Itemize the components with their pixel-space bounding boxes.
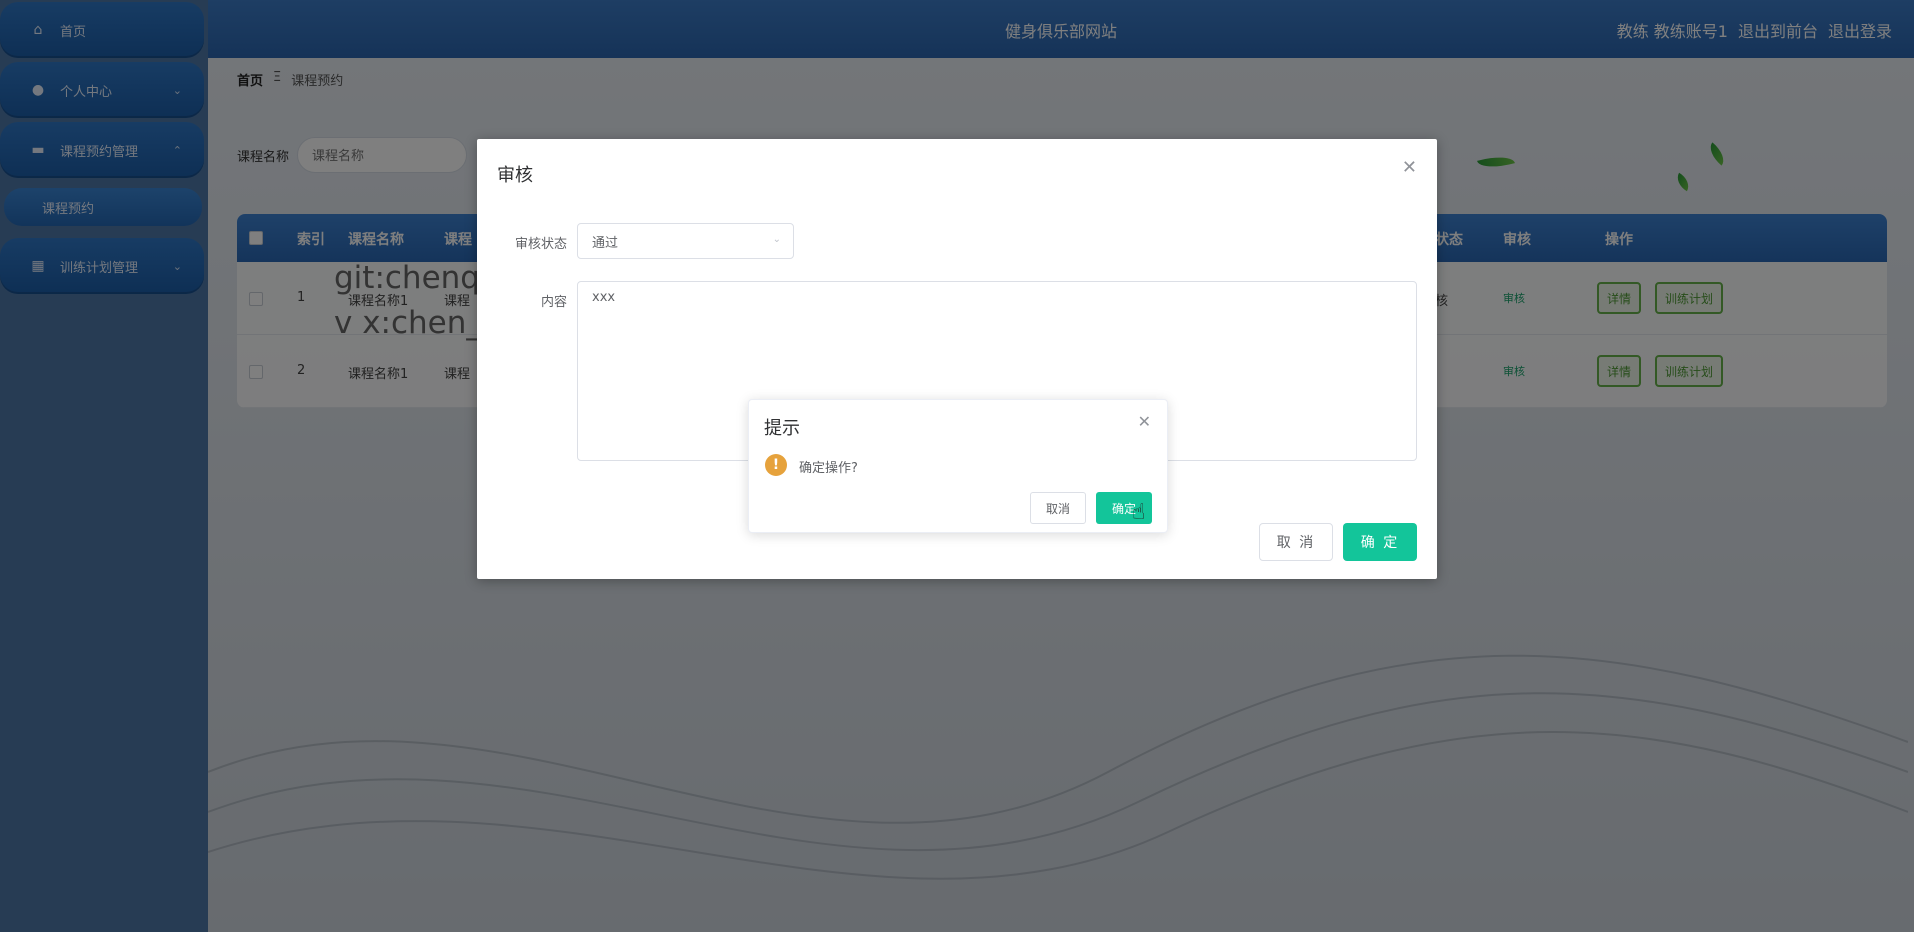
confirm-message-box: 提示 ✕ ! 确定操作? 取消 确定 [748, 399, 1168, 533]
msgbox-title: 提示 [764, 418, 800, 439]
review-status-select[interactable]: 通过 ⌄ [577, 223, 794, 259]
dialog-title: 审核 [497, 165, 533, 186]
confirm-button[interactable]: 确 定 [1343, 523, 1417, 561]
review-status-value: 通过 [592, 235, 619, 251]
content-label: 内容 [540, 295, 567, 310]
close-icon[interactable]: ✕ [1402, 157, 1417, 178]
msgbox-text: 确定操作? [799, 461, 858, 476]
hand-cursor-icon: ☝ [1132, 500, 1146, 525]
msgbox-cancel-button[interactable]: 取消 [1030, 492, 1086, 524]
warning-icon: ! [765, 454, 787, 476]
close-icon[interactable]: ✕ [1138, 412, 1151, 431]
cancel-button[interactable]: 取 消 [1259, 523, 1333, 561]
chevron-down-icon: ⌄ [772, 234, 781, 245]
status-label: 审核状态 [514, 237, 567, 252]
